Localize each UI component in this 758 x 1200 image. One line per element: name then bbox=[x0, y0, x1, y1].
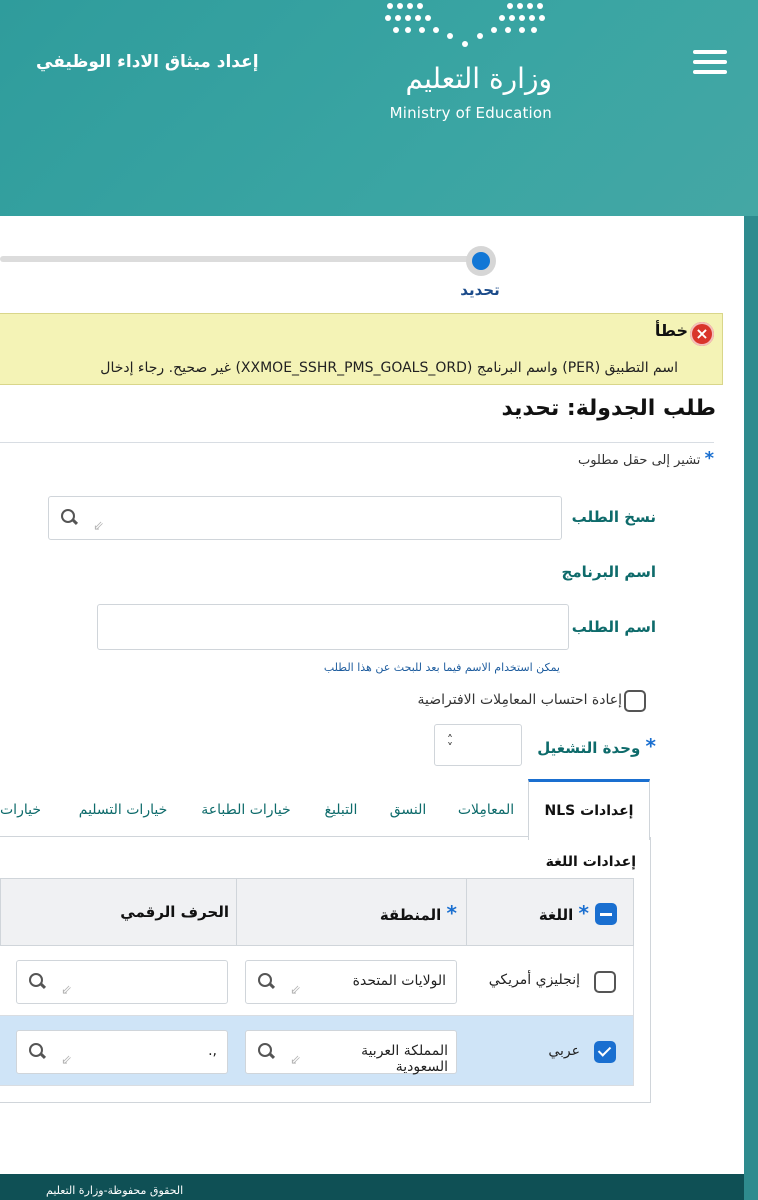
page-title: طلب الجدولة: تحديد bbox=[501, 396, 716, 421]
operating-unit-label-text: وحدة التشغيل bbox=[537, 739, 641, 757]
row-1-territory-input[interactable]: ⇙ الولايات المتحدة bbox=[245, 960, 457, 1004]
tab-options[interactable]: خيارات bbox=[0, 779, 48, 837]
expand-arrow-icon: ⇙ bbox=[290, 983, 301, 998]
logo-english-text: Ministry of Education bbox=[389, 104, 552, 122]
territory-column-header: * المنطقة bbox=[236, 878, 467, 946]
territory-header-label: * المنطقة bbox=[337, 901, 457, 925]
title-divider bbox=[0, 442, 714, 443]
row-2-territory-value: المملكة العربية السعودية bbox=[361, 1043, 448, 1075]
copy-request-label: نسخ الطلب bbox=[571, 508, 656, 526]
tab-layout[interactable]: النسق bbox=[378, 779, 438, 837]
search-icon[interactable] bbox=[29, 1043, 47, 1060]
language-required-star: * bbox=[578, 901, 589, 925]
recalc-checkbox[interactable] bbox=[624, 690, 646, 712]
train-track bbox=[0, 256, 480, 262]
operating-unit-label: * وحدة التشغيل bbox=[526, 734, 656, 758]
language-column-header: * اللغة bbox=[513, 901, 589, 925]
scrollbar-track[interactable] bbox=[744, 216, 758, 1200]
search-icon[interactable] bbox=[61, 509, 79, 526]
tab-notification[interactable]: التبليغ bbox=[310, 779, 372, 837]
row-2-checkbox[interactable] bbox=[594, 1041, 616, 1063]
request-name-input[interactable] bbox=[97, 604, 569, 650]
tab-nls-settings[interactable]: إعدادات NLS bbox=[528, 779, 650, 840]
numeric-char-header-text: الحرف الرقمي bbox=[120, 903, 229, 921]
language-header-text: اللغة bbox=[538, 906, 574, 924]
row-2-numeric-char-value: ,. bbox=[208, 1043, 217, 1059]
row-1-checkbox[interactable] bbox=[594, 971, 616, 993]
required-field-note: * تشير إلى حقل مطلوب bbox=[480, 448, 714, 469]
tab-delivery-options[interactable]: خيارات التسليم bbox=[66, 779, 180, 837]
tab-bar: إعدادات NLS المعامِلات النسق التبليغ خيا… bbox=[0, 779, 650, 840]
request-name-hint: يمكن استخدام الاسم فيما بعد للبحث عن هذا… bbox=[323, 661, 560, 674]
program-name-label: اسم البرنامج bbox=[561, 563, 656, 581]
logo-arabic-text: وزارة التعليم bbox=[405, 62, 552, 95]
territory-required-star: * bbox=[446, 901, 457, 925]
tab-print-options[interactable]: خيارات الطباعة bbox=[186, 779, 306, 837]
train-step-current[interactable] bbox=[466, 246, 496, 276]
operating-unit-required-star: * bbox=[645, 734, 656, 758]
select-chevron-icon: ˄ ˅ bbox=[447, 733, 453, 755]
expand-arrow-icon: ⇙ bbox=[93, 519, 104, 534]
required-star: * bbox=[704, 448, 714, 469]
expand-arrow-icon: ⇙ bbox=[61, 983, 72, 998]
app-title: إعداد ميثاق الاداء الوظيفي bbox=[36, 52, 259, 72]
select-all-header: * اللغة bbox=[466, 878, 634, 946]
row-2-language: عربي bbox=[548, 1043, 580, 1059]
row-1-numeric-char-input[interactable]: ⇙ bbox=[16, 960, 228, 1004]
request-name-label: اسم الطلب bbox=[571, 618, 656, 636]
recalc-label: إعادة احتساب المعامِلات الافتراضية bbox=[417, 692, 622, 708]
error-message-text: اسم التطبيق (PER) واسم البرنامج (XXMOE_S… bbox=[100, 360, 678, 376]
search-icon[interactable] bbox=[29, 973, 47, 990]
footer-copyright: الحقوق محفوظة-وزارة التعليم bbox=[46, 1184, 184, 1197]
expand-arrow-icon: ⇙ bbox=[290, 1053, 301, 1068]
extra-column-header bbox=[0, 878, 9, 946]
expand-arrow-icon: ⇙ bbox=[61, 1053, 72, 1068]
error-title: خطأ bbox=[654, 321, 688, 340]
required-note-text: تشير إلى حقل مطلوب bbox=[577, 453, 701, 468]
copy-request-input[interactable]: ⇙ bbox=[48, 496, 562, 540]
train-step-label[interactable]: تحديد bbox=[440, 281, 520, 299]
row-2-territory-input[interactable]: ⇙ المملكة العربية السعودية bbox=[245, 1030, 457, 1075]
row-2-numeric-char-input[interactable]: ⇙ ,. bbox=[16, 1030, 228, 1074]
row-1-territory-value: الولايات المتحدة bbox=[352, 973, 446, 989]
row-1-language: إنجليزي أمريكي bbox=[488, 972, 580, 988]
tab-parameters[interactable]: المعامِلات bbox=[446, 779, 526, 837]
hamburger-icon[interactable] bbox=[693, 50, 727, 76]
error-icon: × bbox=[690, 322, 714, 346]
search-icon[interactable] bbox=[258, 973, 276, 990]
deselect-all-icon[interactable] bbox=[595, 903, 617, 925]
operating-unit-select[interactable]: ˄ ˅ bbox=[434, 724, 522, 766]
search-icon[interactable] bbox=[258, 1043, 276, 1060]
territory-header-text: المنطقة bbox=[379, 906, 442, 924]
language-settings-title: إعدادات اللغة bbox=[545, 854, 636, 870]
numeric-char-column-header: الحرف الرقمي bbox=[8, 878, 237, 946]
